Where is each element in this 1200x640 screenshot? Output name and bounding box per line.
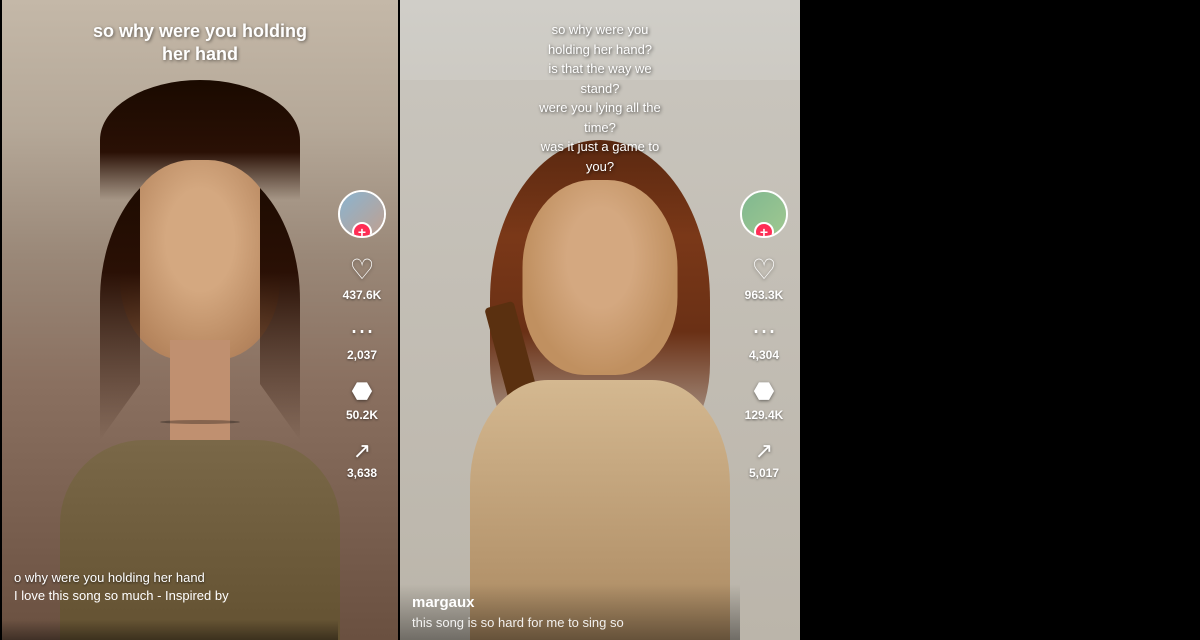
creator-avatar-1[interactable]: + — [338, 190, 386, 238]
comment-button-1[interactable]: ⋯ 2,037 — [347, 320, 377, 362]
share-icon-1: ↗ — [353, 440, 371, 462]
video-panel-2: so why were you holding her hand? is tha… — [400, 0, 800, 640]
comment-count-2: 4,304 — [749, 348, 779, 362]
share-button-2[interactable]: ↗ 5,017 — [749, 440, 779, 480]
video-panel-1: so why were you holding her hand + ♡ 437… — [0, 0, 400, 640]
like-icon-1: ♡ — [349, 256, 374, 284]
action-buttons-2: + ♡ 963.3K ⋯ 4,304 ⬣ 129.4K ↗ 5,017 — [740, 190, 788, 480]
save-button-2[interactable]: ⬣ 129.4K — [745, 380, 784, 422]
comment-count-1: 2,037 — [347, 348, 377, 362]
share-button-1[interactable]: ↗ 3,638 — [347, 440, 377, 480]
caption-line1-1: o why were you holding her hand — [14, 570, 268, 585]
save-button-1[interactable]: ⬣ 50.2K — [346, 380, 378, 422]
follow-button-1[interactable]: + — [352, 222, 372, 238]
username-2: margaux — [412, 594, 728, 611]
body-shirt — [60, 440, 340, 640]
share-count-2: 5,017 — [749, 466, 779, 480]
caption-2: this song is so hard for me to sing so — [412, 615, 728, 630]
top-lyric-text-2: so why were you holding her hand? is tha… — [400, 20, 800, 176]
neck — [170, 340, 230, 440]
like-count-2: 963.3K — [745, 288, 784, 302]
share-count-1: 3,638 — [347, 466, 377, 480]
creator-avatar-2[interactable]: + — [740, 190, 788, 238]
face — [120, 160, 280, 360]
face-2 — [523, 180, 678, 375]
like-icon-2: ♡ — [751, 256, 776, 284]
bookmark-icon-1: ⬣ — [352, 380, 373, 404]
bookmark-icon-2: ⬣ — [754, 380, 775, 404]
save-count-1: 50.2K — [346, 408, 378, 422]
like-button-2[interactable]: ♡ 963.3K — [745, 256, 784, 302]
comment-icon-1: ⋯ — [350, 320, 374, 344]
like-count-1: 437.6K — [343, 288, 382, 302]
necklace — [160, 420, 240, 424]
top-lyric-text-1: so why were you holding her hand — [2, 20, 398, 67]
save-count-2: 129.4K — [745, 408, 784, 422]
like-button-1[interactable]: ♡ 437.6K — [343, 256, 382, 302]
bottom-info-2: margaux this song is so hard for me to s… — [400, 584, 740, 640]
action-buttons-1: + ♡ 437.6K ⋯ 2,037 ⬣ 50.2K ↗ 3,638 — [338, 190, 386, 480]
comment-icon-2: ⋯ — [752, 320, 776, 344]
share-icon-2: ↗ — [755, 440, 773, 462]
caption-line2-1: I love this song so much - Inspired by — [14, 587, 268, 605]
comment-button-2[interactable]: ⋯ 4,304 — [749, 320, 779, 362]
bottom-info-1: o why were you holding her hand I love t… — [2, 620, 338, 640]
follow-button-2[interactable]: + — [754, 222, 774, 238]
